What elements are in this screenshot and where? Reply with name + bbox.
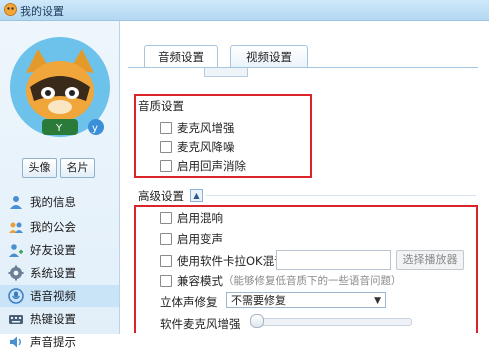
compat-mode-checkbox[interactable] xyxy=(160,275,172,287)
compat-mode-note: （能够修复低音质下的一些语音问题） xyxy=(223,275,402,287)
scroll-indicator[interactable] xyxy=(204,68,248,77)
sidebar-item-label: 好友设置 xyxy=(30,243,76,257)
software-mic-boost-label: 软件麦克风增强 xyxy=(160,317,241,331)
tab-divider xyxy=(128,67,478,68)
card-button[interactable]: 名片 xyxy=(60,158,95,178)
tab-audio-settings[interactable]: 音频设置 xyxy=(144,45,218,68)
svg-text:Y: Y xyxy=(55,123,63,134)
chevron-down-icon: ▼ xyxy=(374,296,381,306)
svg-text:y: y xyxy=(92,123,98,134)
mic-boost-label: 麦克风增强 xyxy=(177,121,235,135)
mic-denoise-checkbox[interactable] xyxy=(160,141,172,153)
compat-mode-label: 兼容模式 xyxy=(177,274,223,288)
echo-cancel-label: 启用回声消除 xyxy=(177,159,246,173)
app-logo-icon xyxy=(4,3,17,16)
hotkey-icon xyxy=(9,315,23,324)
reverb-label: 启用混响 xyxy=(177,211,223,225)
sidebar-item-label: 语音视频 xyxy=(30,289,76,303)
mic-boost-checkbox[interactable] xyxy=(160,122,172,134)
avatar[interactable]: Y y xyxy=(8,35,112,139)
voice-changer-label: 启用变声 xyxy=(177,232,223,246)
user-info-icon xyxy=(10,196,22,209)
reverb-checkbox[interactable] xyxy=(160,212,172,224)
mic-denoise-label: 麦克风降噪 xyxy=(177,140,235,154)
stereo-fix-value: 不需要修复 xyxy=(231,294,286,307)
window-title: 我的设置 xyxy=(20,5,64,18)
karaoke-mix-checkbox[interactable] xyxy=(160,255,172,267)
settings-panel: 音频设置 视频设置 音质设置 麦克风增强 麦克风降噪 启用回声消除 高级设置 ▲… xyxy=(120,21,489,334)
sidebar-item-voice-video[interactable]: 语音视频 xyxy=(0,285,119,307)
avatar-button[interactable]: 头像 xyxy=(22,158,57,178)
sidebar-item-label: 系统设置 xyxy=(30,266,76,280)
sidebar-item-my-guild[interactable]: 我的公会 xyxy=(0,216,119,238)
sound-icon xyxy=(10,336,21,348)
voice-video-icon xyxy=(8,288,24,304)
collapse-toggle-icon[interactable]: ▲ xyxy=(190,189,203,202)
mic-boost-slider-track[interactable] xyxy=(250,318,412,326)
quality-section-title: 音质设置 xyxy=(138,99,184,113)
sidebar-item-label: 我的公会 xyxy=(30,220,76,234)
select-player-button[interactable]: 选择播放器 xyxy=(396,250,464,270)
advanced-section-title: 高级设置 xyxy=(138,189,184,203)
karaoke-mix-label: 使用软件卡拉OK混音 xyxy=(177,254,286,268)
tab-video-settings[interactable]: 视频设置 xyxy=(230,45,308,68)
sidebar-item-label: 我的信息 xyxy=(30,195,76,209)
sidebar-item-label: 热键设置 xyxy=(30,312,76,326)
voice-changer-checkbox[interactable] xyxy=(160,233,172,245)
echo-cancel-checkbox[interactable] xyxy=(160,160,172,172)
guild-icon xyxy=(9,222,23,233)
sidebar-item-my-info[interactable]: 我的信息 xyxy=(0,191,119,213)
stereo-fix-label: 立体声修复 xyxy=(160,295,218,309)
title-bar: 我的设置 xyxy=(0,0,489,21)
section-divider xyxy=(206,195,476,196)
mic-boost-slider-handle[interactable] xyxy=(250,314,264,328)
stereo-fix-select[interactable]: 不需要修复 ▼ xyxy=(226,292,386,308)
player-path-input[interactable] xyxy=(276,250,391,270)
sidebar-item-sound-alerts[interactable]: 声音提示 xyxy=(0,331,119,353)
sidebar-item-hotkey-settings[interactable]: 热键设置 xyxy=(0,308,119,330)
sidebar-item-system-settings[interactable]: 系统设置 xyxy=(0,262,119,284)
gear-icon xyxy=(8,265,24,281)
sidebar-item-label: 声音提示 xyxy=(30,335,76,349)
sidebar-item-friend-settings[interactable]: 好友设置 xyxy=(0,239,119,261)
friend-settings-icon xyxy=(9,244,23,257)
sidebar: Y y 头像 名片 我的信息 我的公会 好友设置 系统设置 语音视频 热键设置 … xyxy=(0,21,120,349)
